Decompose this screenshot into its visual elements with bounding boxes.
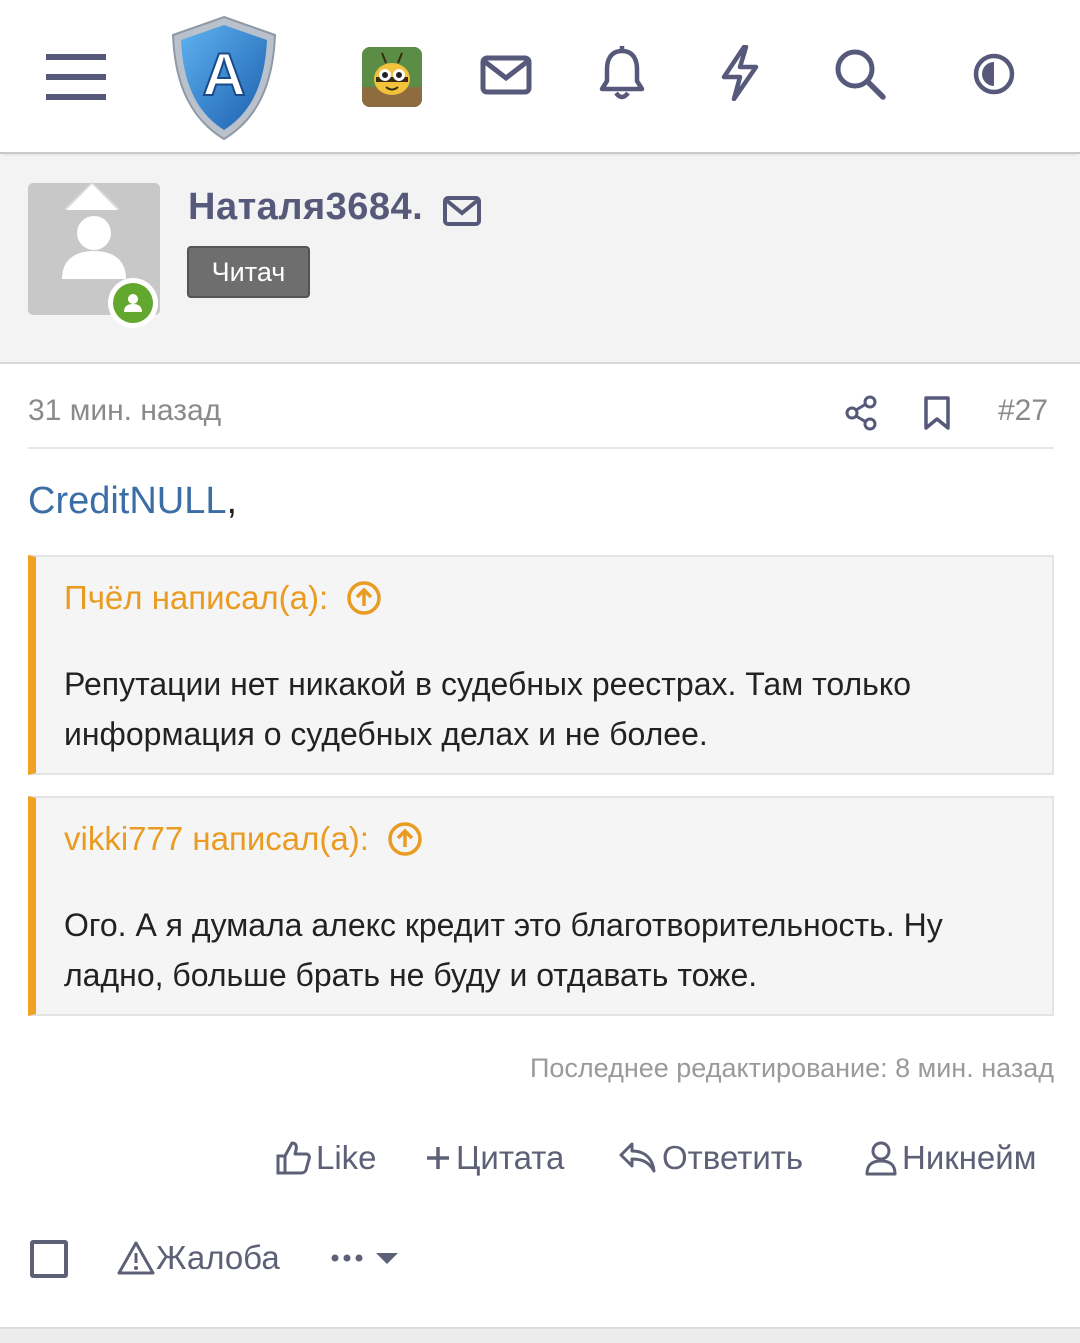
more-dots-icon bbox=[331, 1254, 363, 1262]
quote-block: Пчёл написал(а): Репутации нет никакой в… bbox=[28, 555, 1054, 775]
search-icon[interactable] bbox=[832, 46, 888, 102]
quote-header[interactable]: Пчёл написал(а): bbox=[64, 579, 382, 617]
next-post-edge bbox=[0, 1327, 1080, 1343]
post-number[interactable]: #27 bbox=[998, 394, 1048, 428]
bookmark-icon[interactable] bbox=[922, 395, 952, 436]
mention-comma: , bbox=[226, 480, 238, 522]
user-role-badge: Читач bbox=[187, 246, 310, 298]
quote-author[interactable]: vikki777 написал(а): bbox=[64, 820, 369, 858]
bell-icon[interactable] bbox=[596, 44, 648, 102]
more-options-button[interactable] bbox=[330, 1240, 400, 1276]
post-mention: CreditNULL, bbox=[28, 480, 237, 523]
quote-button[interactable]: Цитата bbox=[424, 1134, 564, 1182]
like-button[interactable]: Like bbox=[274, 1134, 377, 1182]
message-user-icon[interactable] bbox=[443, 196, 481, 231]
online-status-badge bbox=[108, 278, 158, 328]
post-timestamp[interactable]: 31 мин. назад bbox=[28, 394, 221, 428]
thumbs-up-icon bbox=[276, 1141, 311, 1175]
select-post-checkbox[interactable] bbox=[30, 1240, 68, 1278]
reply-button[interactable]: Ответить bbox=[618, 1134, 803, 1182]
quote-author[interactable]: Пчёл написал(а): bbox=[64, 579, 328, 617]
quote-label: Цитата bbox=[456, 1139, 565, 1176]
last-edited-note: Последнее редактирование: 8 мин. назад bbox=[529, 1053, 1054, 1083]
lightning-icon[interactable] bbox=[718, 44, 762, 102]
site-logo[interactable]: A bbox=[168, 14, 280, 142]
plus-icon bbox=[427, 1147, 449, 1169]
top-navbar: A bbox=[0, 0, 1080, 154]
user-icon bbox=[865, 1141, 897, 1176]
report-label: Жалоба bbox=[156, 1239, 280, 1276]
user-avatar[interactable] bbox=[362, 47, 422, 107]
reply-label: Ответить bbox=[662, 1139, 804, 1176]
nickname-button[interactable]: Никнейм bbox=[864, 1134, 1036, 1182]
report-button[interactable]: Жалоба bbox=[116, 1234, 280, 1282]
caret-down-icon bbox=[376, 1253, 398, 1264]
menu-icon[interactable] bbox=[44, 50, 108, 104]
svg-text:A: A bbox=[202, 41, 245, 108]
share-icon[interactable] bbox=[844, 395, 878, 436]
quote-text: Репутации нет никакой в судебных реестра… bbox=[64, 666, 911, 752]
author-username[interactable]: Наталя3684. bbox=[188, 186, 423, 229]
post-author: Наталя3684. Читач bbox=[0, 156, 1080, 364]
nickname-label: Никнейм bbox=[902, 1139, 1037, 1176]
arrow-up-circle-icon[interactable] bbox=[387, 821, 423, 857]
author-pointer-fill bbox=[66, 184, 118, 210]
quote-text: Ого. А я думала алекс кредит это благотв… bbox=[64, 907, 943, 993]
reply-icon bbox=[619, 1142, 656, 1173]
meta-divider bbox=[28, 447, 1054, 449]
quote-header[interactable]: vikki777 написал(а): bbox=[64, 820, 423, 858]
like-label: Like bbox=[316, 1139, 377, 1176]
warning-icon bbox=[117, 1241, 155, 1275]
theme-toggle-icon[interactable] bbox=[970, 50, 1018, 98]
mention-link[interactable]: CreditNULL bbox=[28, 480, 227, 522]
quote-block: vikki777 написал(а): Ого. А я думала але… bbox=[28, 796, 1054, 1016]
arrow-up-circle-icon[interactable] bbox=[346, 580, 382, 616]
mail-icon[interactable] bbox=[478, 50, 534, 100]
